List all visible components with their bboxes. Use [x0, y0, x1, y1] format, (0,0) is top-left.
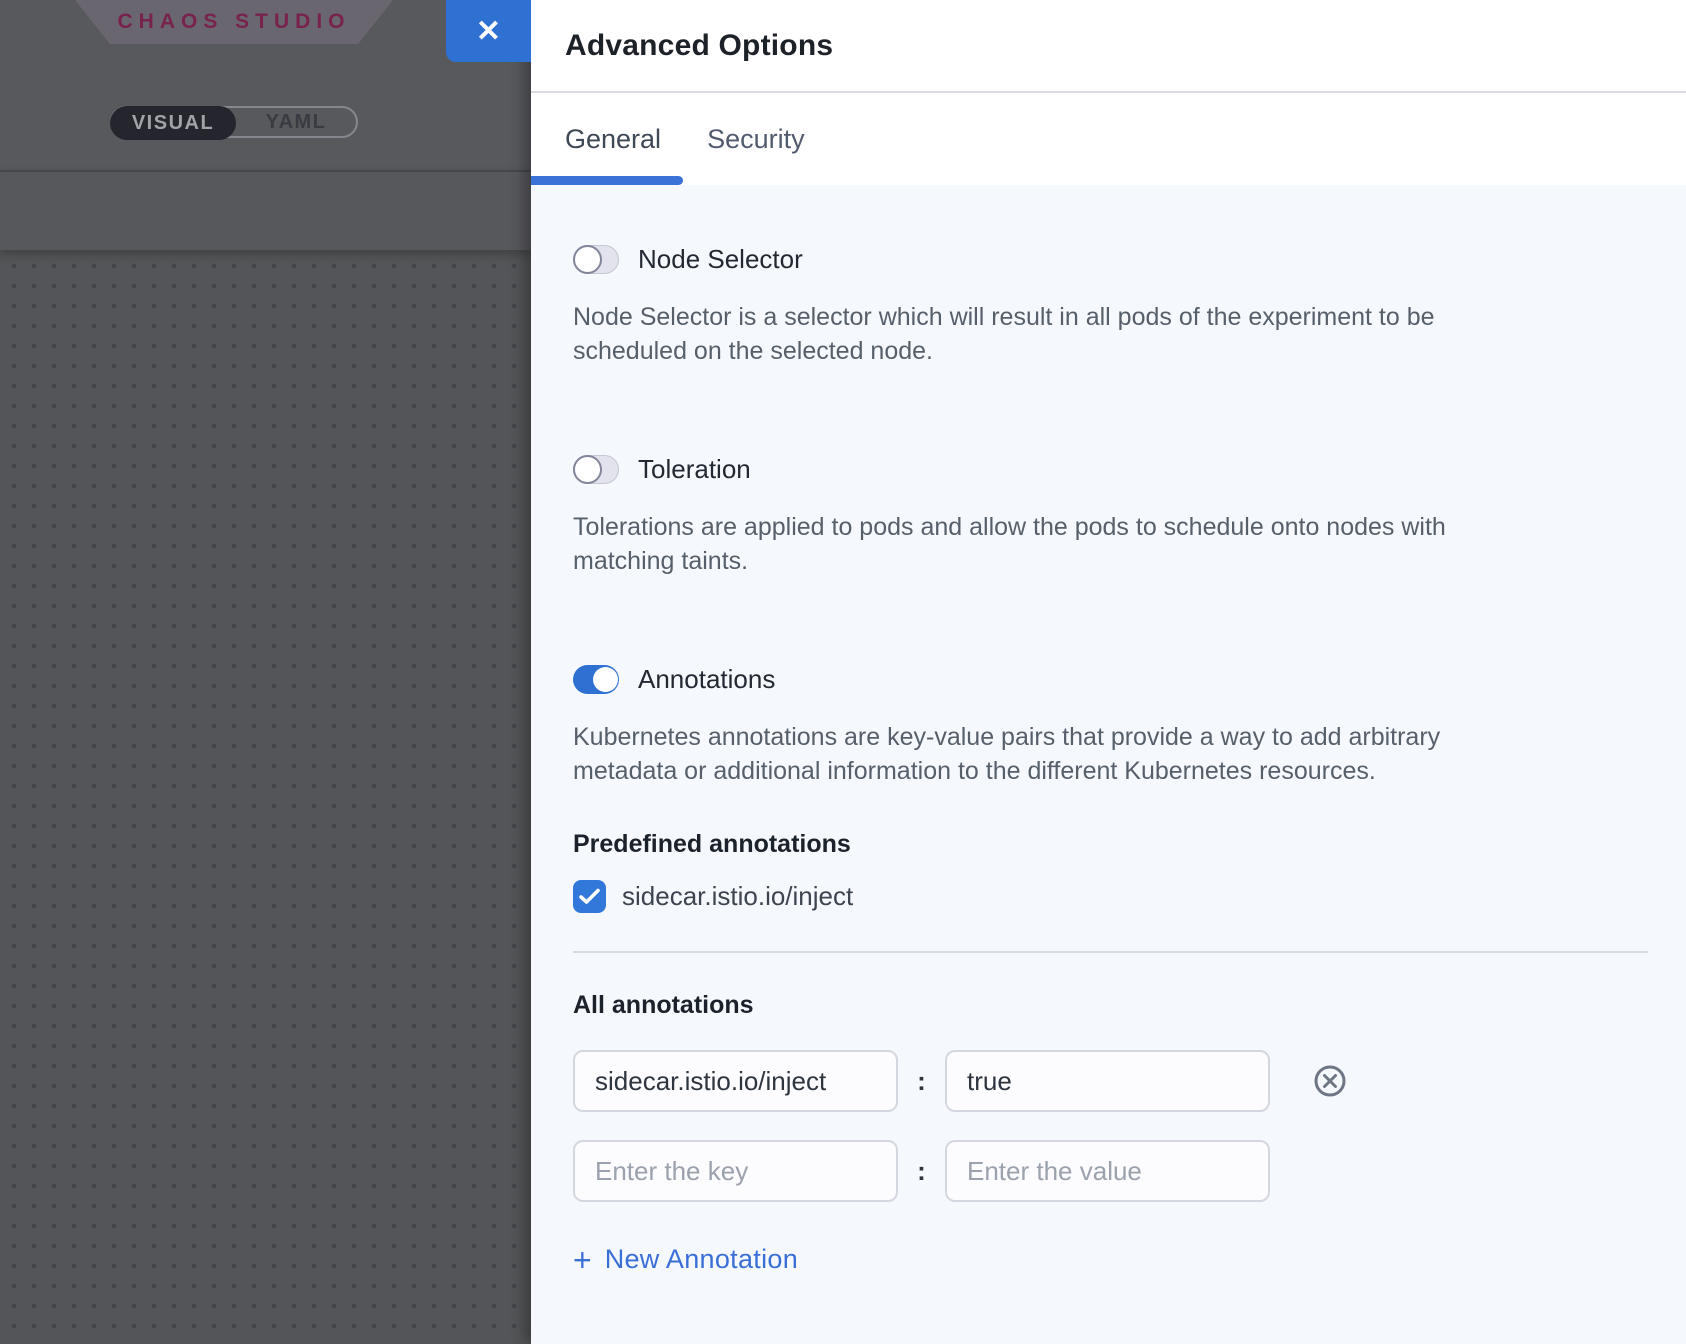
general-tab-content: Node Selector Node Selector is a selecto…	[531, 185, 1686, 1275]
key-value-separator: :	[898, 1156, 945, 1187]
experiment-canvas	[0, 250, 531, 1344]
toleration-label: Toleration	[638, 454, 751, 485]
predefined-annotations-heading: Predefined annotations	[573, 830, 1648, 859]
tab-security[interactable]: Security	[707, 124, 805, 155]
annotations-label: Annotations	[638, 664, 775, 695]
check-icon	[579, 888, 600, 905]
drawer-header: Advanced Options	[531, 0, 1686, 93]
circle-x-icon	[1313, 1064, 1347, 1098]
predefined-annotation-label: sidecar.istio.io/inject	[622, 881, 853, 912]
annotation-key-input[interactable]	[573, 1050, 898, 1112]
toleration-description: Tolerations are applied to pods and allo…	[573, 510, 1523, 578]
toleration-toggle[interactable]	[573, 455, 619, 484]
new-annotation-label: New Annotation	[605, 1244, 798, 1275]
visual-view-button[interactable]: VISUAL	[110, 106, 236, 140]
annotation-key-input[interactable]	[573, 1140, 898, 1202]
plus-icon: +	[573, 1246, 592, 1274]
node-selector-description: Node Selector is a selector which will r…	[573, 300, 1523, 368]
delete-annotation-button[interactable]	[1313, 1064, 1347, 1098]
canvas-toolbar	[0, 170, 531, 250]
close-drawer-button[interactable]: ✕	[446, 0, 531, 62]
toggle-knob	[573, 455, 602, 484]
annotation-row: :	[573, 1050, 1648, 1112]
new-annotation-button[interactable]: + New Annotation	[573, 1244, 798, 1275]
section-divider	[573, 951, 1648, 953]
yaml-view-button[interactable]: YAML	[236, 108, 356, 136]
annotations-description: Kubernetes annotations are key-value pai…	[573, 720, 1523, 788]
close-icon: ✕	[476, 14, 501, 49]
key-value-separator: :	[898, 1066, 945, 1097]
view-mode-switch[interactable]: VISUAL YAML	[110, 106, 358, 138]
annotations-toggle[interactable]	[573, 665, 619, 694]
advanced-options-drawer: Advanced Options General Security Node S…	[531, 0, 1686, 1344]
section-toleration: Toleration Tolerations are applied to po…	[573, 454, 1648, 578]
toggle-knob	[593, 667, 618, 692]
chaos-studio-background: CHAOS STUDIO VISUAL YAML	[0, 0, 531, 1344]
annotation-value-input[interactable]	[945, 1140, 1270, 1202]
toggle-knob	[573, 245, 602, 274]
drawer-title: Advanced Options	[565, 29, 833, 63]
active-tab-indicator	[531, 176, 683, 185]
annotation-row: :	[573, 1140, 1648, 1202]
section-annotations: Annotations Kubernetes annotations are k…	[573, 664, 1648, 788]
all-annotations-heading: All annotations	[573, 991, 1648, 1020]
predefined-annotation-item: sidecar.istio.io/inject	[573, 880, 1648, 913]
brand-title: CHAOS STUDIO	[117, 10, 350, 34]
section-node-selector: Node Selector Node Selector is a selecto…	[573, 244, 1648, 368]
sidecar-inject-checkbox[interactable]	[573, 880, 606, 913]
annotation-value-input[interactable]	[945, 1050, 1270, 1112]
drawer-tabs: General Security	[531, 93, 1686, 185]
node-selector-label: Node Selector	[638, 244, 803, 275]
tab-general[interactable]: General	[565, 124, 661, 155]
brand-banner: CHAOS STUDIO	[75, 0, 393, 44]
node-selector-toggle[interactable]	[573, 245, 619, 274]
